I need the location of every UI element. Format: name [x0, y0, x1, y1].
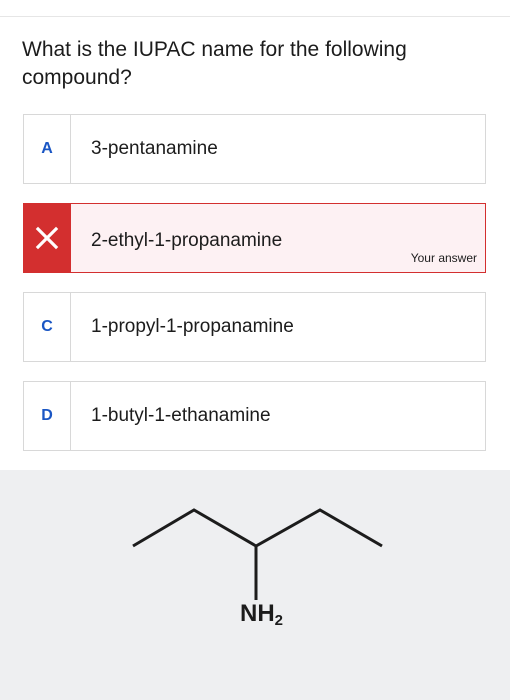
amine-nh: NH [240, 600, 275, 627]
option-label: 1-butyl-1-ethanamine [91, 405, 271, 426]
option-letter: D [24, 382, 71, 450]
option-c[interactable]: C 1-propyl-1-propanamine [23, 292, 486, 362]
option-label: 1-propyl-1-propanamine [91, 316, 294, 337]
skeletal-structure [132, 508, 383, 600]
top-divider [0, 16, 510, 17]
option-label: 2-ethyl-1-propanamine [91, 230, 283, 251]
option-b-selected-incorrect[interactable]: 2-ethyl-1-propanamine Your answer [23, 203, 486, 273]
amine-group-label: NH2 [240, 600, 283, 629]
close-icon [35, 226, 59, 250]
structure-figure: NH2 [0, 470, 510, 700]
option-letter: C [24, 293, 71, 361]
question-text: What is the IUPAC name for the following… [22, 38, 407, 89]
option-a[interactable]: A 3-pentanamine [23, 114, 486, 184]
carbon-chain [132, 508, 383, 548]
option-label: 3-pentanamine [91, 138, 218, 159]
amine-subscript: 2 [274, 612, 284, 629]
incorrect-marker [24, 204, 71, 272]
option-letter: A [24, 115, 71, 183]
option-d[interactable]: D 1-butyl-1-ethanamine [23, 381, 486, 451]
your-answer-tag: Your answer [410, 251, 477, 265]
